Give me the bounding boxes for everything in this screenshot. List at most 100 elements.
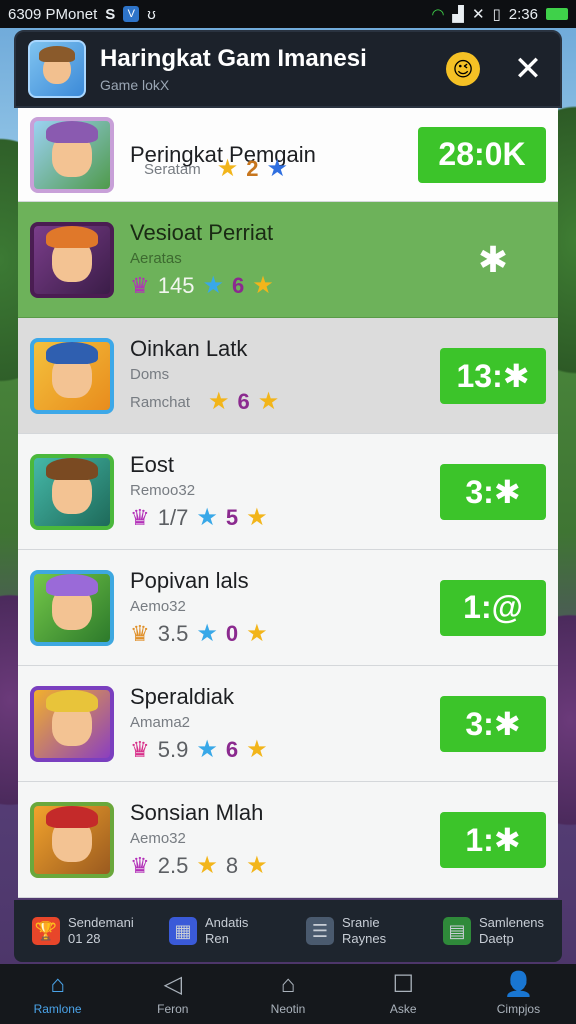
row-stat-value: 8 <box>225 853 239 878</box>
gold-star-icon: ★ <box>196 852 218 879</box>
player-avatar[interactable] <box>28 40 86 98</box>
nav-recents[interactable]: ☐ Aske <box>346 964 461 1024</box>
row-stat-value: 5.9 <box>157 737 189 762</box>
gold-star-icon: ★ <box>216 155 239 182</box>
row-name: Vesioat Perriat <box>130 220 274 245</box>
row-stats: ♛ 5.9 ★ 6 ★ <box>130 737 440 763</box>
score-button[interactable]: 3:✱ <box>440 463 546 520</box>
row-stats: ♛ 1/7 ★ 5 ★ <box>130 505 440 531</box>
row-avatar <box>30 337 114 414</box>
nav-profile[interactable]: 👤 Cimpjos <box>461 964 576 1024</box>
list-icon: ☰ <box>306 917 334 945</box>
menu-line-1: Andatis <box>205 915 249 930</box>
row-stat-value: 1/7 <box>157 505 189 530</box>
menu-line-2: Raynes <box>342 931 387 946</box>
leaderboard-list[interactable]: Peringkat Pemgain Seratam ★ 2 ★ 28:0K Ve… <box>18 108 558 898</box>
row-sub: Aemo32 <box>130 598 186 615</box>
row-name: Oinkan Latk <box>130 336 248 361</box>
row-name: Eost <box>130 452 175 477</box>
row-sub: Remoo32 <box>130 482 196 499</box>
row-sub: Aeratas <box>130 250 182 267</box>
row-avatar <box>30 685 114 762</box>
blue-star-icon: ★ <box>266 155 288 182</box>
list-item[interactable]: Peringkat Pemgain Seratam ★ 2 ★ 28:0K <box>18 108 558 202</box>
list-item[interactable]: Sonsian Mlah Aemo32 ♛ 2.5 ★ 8 ★ 1:✱ <box>18 782 558 898</box>
mute-icon: ✕ <box>471 6 485 23</box>
shop-icon: ▦ <box>169 917 197 945</box>
back-icon: ◁ <box>163 971 183 998</box>
menu-item-trophy[interactable]: 🏆 Sendemani 01 28 <box>14 900 151 962</box>
menu-line-2: Ren <box>205 931 229 946</box>
list-item[interactable]: Oinkan Latk Doms Ramchat ★ 6 ★ 13:✱ <box>18 318 558 434</box>
house-outline-icon: ⌂ <box>280 971 296 998</box>
gold-star-icon: ★ <box>246 504 268 531</box>
score-button[interactable]: 1:@ <box>440 579 546 636</box>
menu-item-chart[interactable]: ▤ Samlenens Daetp <box>425 900 562 962</box>
list-item[interactable]: Vesioat Perriat Aeratas ♛ 145 ★ 6 ★ ✱ <box>18 202 558 318</box>
chart-icon: ▤ <box>443 917 471 945</box>
gold-star-icon: ★ <box>257 388 280 415</box>
menu-item-shop[interactable]: ▦ Andatis Ren <box>151 900 288 962</box>
cyan-star-icon: ★ <box>196 504 218 531</box>
row-avatar <box>30 801 114 878</box>
signal-icon: ▟ <box>452 6 464 23</box>
menu-line-2: 01 28 <box>68 931 101 946</box>
status-app-icon: S <box>105 5 116 23</box>
row-stat-value: 3.5 <box>157 621 189 646</box>
gold-star-icon: ★ <box>246 620 268 647</box>
score-button[interactable]: 28:0K <box>418 126 546 183</box>
gold-star-icon: ★ <box>208 388 230 415</box>
row-stat-value: 2 <box>246 156 259 181</box>
bottom-navigation: ⌂ Ramlone ◁ Feron ⌂ Neotin ☐ Aske 👤 Cimp… <box>0 964 576 1024</box>
crown-icon: ♛ <box>130 737 150 762</box>
row-sub: Seratam <box>144 160 201 178</box>
menu-line-1: Sranie <box>342 915 380 930</box>
list-item[interactable]: Eost Remoo32 ♛ 1/7 ★ 5 ★ 3:✱ <box>18 434 558 550</box>
gold-star-icon: ★ <box>246 736 268 763</box>
row-sub-2: Ramchat <box>130 393 191 411</box>
crown-icon: ♛ <box>130 505 150 530</box>
row-stat-value: 2.5 <box>157 853 189 878</box>
list-item[interactable]: Speraldiak Amama2 ♛ 5.9 ★ 6 ★ 3:✱ <box>18 666 558 782</box>
row-stats: Ramchat ★ 6 ★ <box>130 389 440 415</box>
bottom-menu-strip: 🏆 Sendemani 01 28 ▦ Andatis Ren ☰ Sranie Ra… <box>14 900 562 962</box>
nav-label: Neotin <box>270 1002 306 1016</box>
status-app-icon-3: ʊ <box>147 5 156 23</box>
home-icon: ⌂ <box>50 971 65 998</box>
nav-label: Feron <box>157 1002 189 1016</box>
row-stat-value: 6 <box>225 737 239 762</box>
row-sub: Amama2 <box>130 714 191 731</box>
emoji-icon[interactable]: 😉 <box>446 52 480 86</box>
row-stats: ♛ 2.5 ★ 8 ★ <box>130 853 440 879</box>
row-stat-value: 6 <box>237 389 250 414</box>
row-stat-value: 145 <box>157 273 195 298</box>
nav-label: Cimpjos <box>496 1002 541 1016</box>
row-stat-value: 0 <box>225 621 239 646</box>
row-avatar <box>30 116 114 193</box>
battery-icon <box>546 8 568 20</box>
menu-line-1: Samlenens <box>479 915 545 930</box>
dialog-subtitle: Game lokX <box>100 77 170 93</box>
row-stats: ♛ 145 ★ 6 ★ <box>130 273 440 299</box>
crown-icon: ♛ <box>130 853 150 878</box>
row-avatar <box>30 221 114 298</box>
leaderboard-header: Haringkat Gam Imanesi Game lokX 😉 ✕ <box>14 30 562 108</box>
nav-back[interactable]: ◁ Feron <box>115 964 230 1024</box>
score-button[interactable]: 3:✱ <box>440 695 546 752</box>
row-name: Popivan lals <box>130 568 249 593</box>
close-button[interactable]: ✕ <box>508 52 548 86</box>
nav-home[interactable]: ⌂ Ramlone <box>0 964 115 1024</box>
menu-line-2: Daetp <box>479 931 514 946</box>
list-item[interactable]: Popivan lals Aemo32 ♛ 3.5 ★ 0 ★ 1:@ <box>18 550 558 666</box>
status-app-icon-2: V <box>123 6 140 22</box>
profile-icon: 👤 <box>503 971 534 998</box>
row-stats: ♛ 3.5 ★ 0 ★ <box>130 621 440 647</box>
dialog-title: Haringkat Gam Imanesi <box>100 45 367 72</box>
score-button[interactable]: ✱ <box>440 232 546 288</box>
row-stat-value: 6 <box>231 273 245 298</box>
row-name: Speraldiak <box>130 684 234 709</box>
score-button[interactable]: 13:✱ <box>440 347 546 404</box>
score-button[interactable]: 1:✱ <box>440 811 546 868</box>
nav-center[interactable]: ⌂ Neotin <box>230 964 345 1024</box>
menu-item-list[interactable]: ☰ Sranie Raynes <box>288 900 425 962</box>
